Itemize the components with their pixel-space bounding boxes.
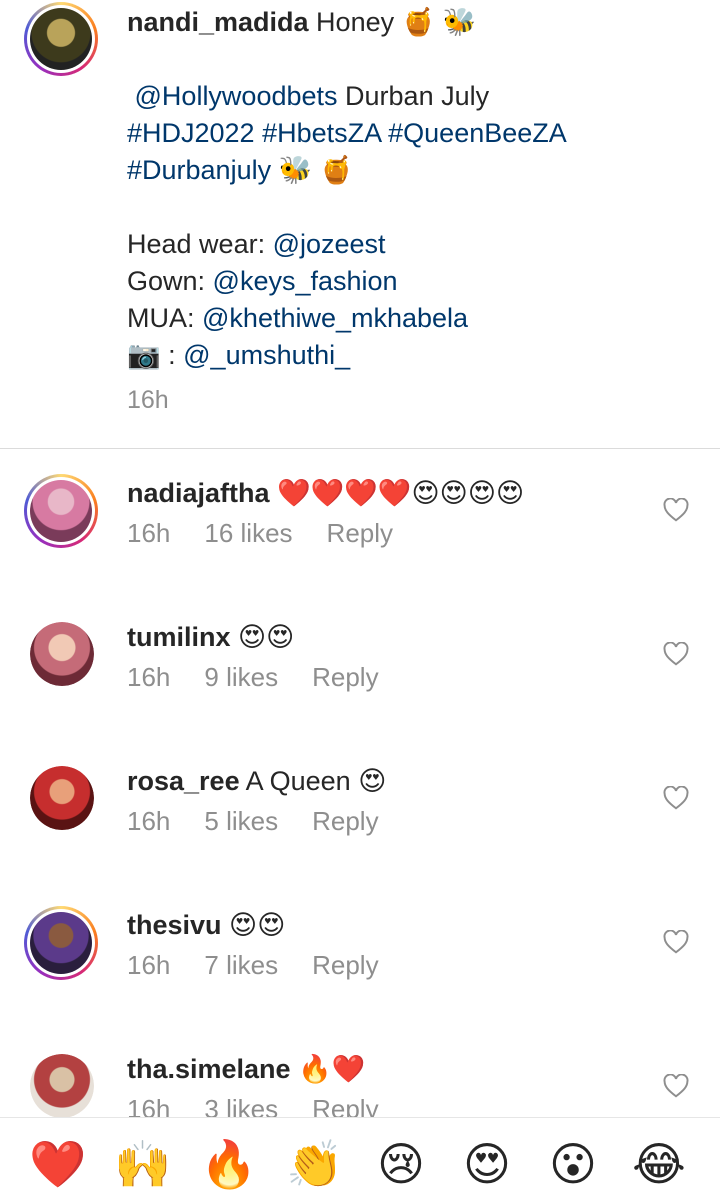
- comment-row: tumilinx 😍😍 16h 9 likes Reply: [0, 618, 720, 762]
- like-heart-icon[interactable]: [663, 1074, 689, 1098]
- avatar[interactable]: [30, 766, 94, 830]
- avatar[interactable]: [30, 1054, 94, 1118]
- post-caption: nandi_madida Honey 🍯 🐝 @Hollywoodbets Du…: [127, 4, 697, 374]
- hashtag-durbanjuly[interactable]: #Durbanjuly: [127, 155, 271, 185]
- reaction-laughing-icon[interactable]: 😂: [627, 1132, 691, 1196]
- comment-text: A Queen: [239, 766, 351, 796]
- post-timestamp: 16h: [127, 386, 169, 414]
- mention-keys-fashion[interactable]: @keys_fashion: [213, 266, 398, 296]
- mua-label: MUA:: [127, 303, 203, 333]
- comment-row: thesivu 😍😍 16h 7 likes Reply: [0, 906, 720, 1050]
- caption-hashtags[interactable]: #HDJ2022 #HbetsZA #QueenBeeZA: [127, 118, 567, 148]
- reaction-clap-icon[interactable]: 👏: [283, 1132, 347, 1196]
- reaction-raised-hands-icon[interactable]: 🙌: [111, 1132, 175, 1196]
- like-heart-icon[interactable]: [663, 498, 689, 522]
- avatar[interactable]: [30, 622, 94, 686]
- reaction-sad-icon[interactable]: 😢: [369, 1132, 433, 1196]
- post-author-avatar[interactable]: [24, 2, 98, 76]
- comment-emojis: 😍😍: [229, 910, 286, 941]
- comment-likes[interactable]: 5 likes: [204, 806, 278, 836]
- headwear-label: Head wear:: [127, 229, 273, 259]
- reply-button[interactable]: Reply: [312, 806, 378, 836]
- bee-icon: 🐝: [442, 7, 477, 38]
- comment-time: 16h: [127, 662, 171, 692]
- post-author-username[interactable]: nandi_madida: [127, 7, 309, 37]
- mention-umshuthi[interactable]: @_umshuthi_: [183, 340, 350, 370]
- comment-username[interactable]: thesivu: [127, 910, 222, 940]
- mention-jozeest[interactable]: @jozeest: [273, 229, 386, 259]
- reply-button[interactable]: Reply: [312, 950, 378, 980]
- quick-reaction-bar: ❤️ 🙌 🔥 👏 😢 😍 😮 😂: [0, 1117, 720, 1200]
- caption-durban-july: Durban July: [337, 81, 490, 111]
- honey-pot-icon: 🍯: [401, 7, 436, 38]
- reaction-heart-icon[interactable]: ❤️: [26, 1132, 90, 1196]
- comment-likes[interactable]: 16 likes: [204, 518, 292, 548]
- reply-button[interactable]: Reply: [312, 662, 378, 692]
- comment-emojis: 🔥❤️: [298, 1054, 366, 1085]
- avatar[interactable]: [24, 906, 98, 980]
- comment-likes[interactable]: 7 likes: [204, 950, 278, 980]
- comment-emojis: 😍😍: [238, 622, 295, 653]
- gown-label: Gown:: [127, 266, 213, 296]
- reply-button[interactable]: Reply: [327, 518, 393, 548]
- comment-username[interactable]: tha.simelane: [127, 1054, 291, 1084]
- comment-username[interactable]: nadiajaftha: [127, 478, 270, 508]
- caption-divider: [0, 448, 720, 449]
- like-heart-icon[interactable]: [663, 930, 689, 954]
- reaction-fire-icon[interactable]: 🔥: [197, 1132, 261, 1196]
- comment-emojis: 😍: [358, 766, 387, 797]
- comment-time: 16h: [127, 950, 171, 980]
- avatar[interactable]: [24, 474, 98, 548]
- honey-pot-icon: 🍯: [319, 155, 354, 186]
- comment-row: nadiajaftha ❤️❤️❤️❤️😍😍😍😍 16h 16 likes Repl…: [0, 474, 720, 618]
- comment-likes[interactable]: 9 likes: [204, 662, 278, 692]
- comment-row: rosa_ree A Queen 😍 16h 5 likes Reply: [0, 762, 720, 906]
- reaction-heart-eyes-icon[interactable]: 😍: [455, 1132, 519, 1196]
- mention-khethiwe-mkhabela[interactable]: @khethiwe_mkhabela: [202, 303, 468, 333]
- comment-time: 16h: [127, 806, 171, 836]
- camera-separator: :: [160, 340, 184, 370]
- camera-icon: 📷: [127, 340, 161, 371]
- comment-time: 16h: [127, 518, 171, 548]
- like-heart-icon[interactable]: [663, 786, 689, 810]
- comment-username[interactable]: rosa_ree: [127, 766, 240, 796]
- comment-username[interactable]: tumilinx: [127, 622, 231, 652]
- reaction-surprised-icon[interactable]: 😮: [541, 1132, 605, 1196]
- like-heart-icon[interactable]: [663, 642, 689, 666]
- bee-icon: 🐝: [278, 155, 313, 186]
- caption-text: Honey: [308, 7, 402, 37]
- mention-hollywoodbets[interactable]: @Hollywoodbets: [135, 81, 338, 111]
- comment-emojis: ❤️❤️❤️❤️😍😍😍😍: [277, 478, 525, 509]
